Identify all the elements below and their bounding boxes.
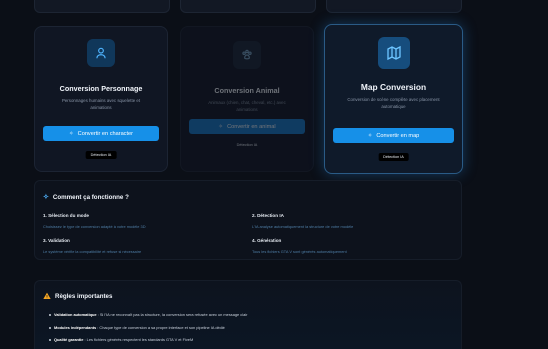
rule-item: Modules indépendants : Chaque type de co…	[49, 325, 225, 330]
card-title: Map Conversion	[360, 82, 427, 92]
button-label: Convertir en character	[77, 130, 134, 137]
step-1-desc: Choisissez le type de conversion adapté …	[43, 224, 146, 229]
step-3-title: 3. Validation	[43, 238, 70, 243]
paw-icon	[233, 41, 261, 69]
step-3-desc: Le système vérifie la compatibilité et r…	[43, 249, 142, 254]
rule-item: Validation automatique : Si l'IA ne reco…	[49, 312, 247, 317]
rules-title: Règles importantes	[43, 292, 112, 300]
how-it-works-panel: ✧ Comment ça fonctionne ? 1. Sélection d…	[34, 180, 462, 260]
card-title: Conversion Animal	[214, 86, 280, 95]
previous-card-2-bottom	[180, 0, 316, 13]
card-description: Conversion de scène complète avec placem…	[347, 97, 440, 109]
sparkle-icon: ✧	[218, 123, 224, 130]
convert-animal-button[interactable]: ✧ Convertir en animal	[189, 119, 305, 134]
warning-icon	[43, 292, 51, 299]
sparkle-icon: ✧	[68, 130, 74, 137]
rule-item: Qualité garantie : Les fichiers générés …	[49, 337, 193, 342]
button-label: Convertir en animal	[227, 123, 276, 130]
card-title: Conversion Personnage	[59, 84, 143, 93]
previous-card-1-bottom	[34, 0, 170, 13]
sparkle-icon: ✧	[43, 194, 49, 201]
card-animal-conversion[interactable]: Conversion Animal Animaux (chien, chat, …	[180, 26, 314, 172]
card-character-conversion[interactable]: Conversion Personnage Personnages humain…	[34, 26, 168, 172]
previous-card-3-bottom	[326, 0, 462, 13]
ai-detection-badge: Détection IA	[378, 153, 409, 161]
step-4-title: 4. Génération	[252, 238, 282, 243]
card-map-conversion[interactable]: Map Conversion Conversion de scène compl…	[324, 24, 463, 174]
button-label: Convertir en map	[376, 132, 420, 139]
card-description: Personnages humains avec squelette et an…	[61, 98, 141, 110]
step-1-title: 1. Sélection du mode	[43, 213, 89, 218]
convert-map-button[interactable]: ✧ Convertir en map	[333, 128, 454, 143]
step-4-desc: Tous les fichiers GTA V sont générés aut…	[252, 249, 347, 254]
how-it-works-title: ✧ Comment ça fonctionne ?	[43, 193, 129, 202]
ai-detection-badge: Détection IA	[236, 143, 258, 147]
step-2-title: 2. Détection IA	[252, 213, 284, 218]
important-rules-panel: Règles importantes Validation automatiqu…	[34, 280, 462, 349]
sparkle-icon: ✧	[367, 132, 373, 139]
map-icon	[377, 37, 410, 69]
user-icon	[87, 39, 115, 67]
step-2-desc: L'IA analyse automatiquement la structur…	[252, 224, 354, 229]
card-description: Animaux (chien, chat, cheval, etc.) avec…	[208, 100, 286, 112]
convert-character-button[interactable]: ✧ Convertir en character	[43, 126, 159, 141]
ai-detection-badge: Détection IA	[85, 151, 117, 159]
